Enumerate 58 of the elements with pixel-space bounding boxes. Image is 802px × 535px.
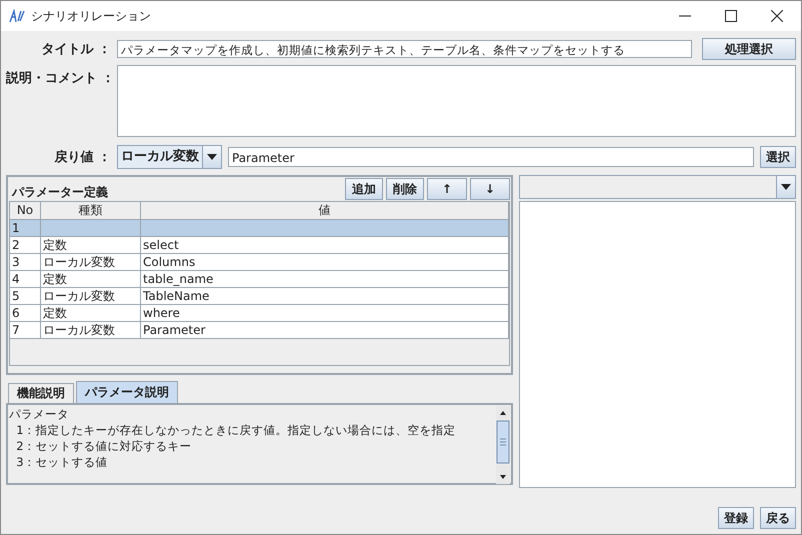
table-cell: TableName bbox=[141, 288, 509, 304]
table-cell: 定数 bbox=[41, 271, 141, 287]
select-process-button[interactable]: 処理選択 bbox=[702, 38, 796, 60]
table-row[interactable]: 7 ローカル変数 Parameter bbox=[10, 322, 509, 339]
table-cell: 6 bbox=[10, 305, 41, 321]
table-cell: 7 bbox=[10, 322, 41, 338]
window-title: シナリオリレーション bbox=[31, 8, 151, 24]
column-header[interactable]: 種類 bbox=[41, 202, 141, 219]
table-cell: Columns bbox=[141, 254, 509, 270]
toolbar-button[interactable]: 追加 bbox=[345, 178, 383, 200]
table-cell: 4 bbox=[10, 271, 41, 287]
table-cell: 3 bbox=[10, 254, 41, 270]
close-icon[interactable] bbox=[771, 10, 783, 22]
toolbar-button[interactable]: ↓ bbox=[470, 178, 510, 200]
column-header[interactable]: No bbox=[10, 202, 41, 219]
table-cell: ローカル変数 bbox=[41, 322, 141, 338]
help-text: 3：セットする値 bbox=[15, 454, 109, 470]
help-text: パラメータ bbox=[9, 406, 70, 422]
tab[interactable]: パラメータ説明 bbox=[76, 381, 178, 403]
table-row[interactable]: 1 bbox=[10, 220, 509, 237]
footer-button[interactable]: 登録 bbox=[718, 507, 754, 529]
table-cell: 5 bbox=[10, 288, 41, 304]
app-logo-icon bbox=[9, 9, 25, 23]
table-cell: table_name bbox=[141, 271, 509, 287]
scrollbar-drawing[interactable] bbox=[496, 406, 510, 484]
table-cell: select bbox=[141, 237, 509, 253]
title-field[interactable]: パラメータマップを作成し、初期値に検索列テキスト、テーブル名、条件マップをセットする bbox=[117, 40, 692, 58]
table-cell: where bbox=[141, 305, 509, 321]
return-label: 戻り値 ： bbox=[53, 148, 111, 166]
title-label: タイトル ： bbox=[40, 41, 111, 58]
select-button[interactable]: 選択 bbox=[760, 146, 796, 168]
table-row[interactable]: 6 定数 where bbox=[10, 305, 509, 322]
return-type-dropdown[interactable]: ローカル変数 bbox=[117, 145, 222, 169]
tab[interactable]: 機能説明 bbox=[8, 383, 74, 403]
column-header[interactable]: 値 bbox=[141, 202, 509, 219]
table-cell: 1 bbox=[10, 220, 41, 236]
table-cell: ローカル変数 bbox=[41, 254, 141, 270]
help-text: 2：セットする値に対応するキー bbox=[15, 438, 193, 454]
maximize-icon[interactable] bbox=[725, 10, 737, 22]
table-row[interactable]: 5 ローカル変数 TableName bbox=[10, 288, 509, 305]
table-cell: ローカル変数 bbox=[41, 288, 141, 304]
table-cell: 定数 bbox=[41, 305, 141, 321]
table-cell: 定数 bbox=[41, 237, 141, 253]
dropdown-arrow-icon bbox=[781, 184, 791, 190]
return-value-field[interactable]: Parameter bbox=[228, 147, 754, 167]
toolbar-button[interactable]: ↑ bbox=[427, 178, 467, 200]
table-cell: 2 bbox=[10, 237, 41, 253]
table-cell: Parameter bbox=[141, 322, 509, 338]
table-row[interactable]: 4 定数 table_name bbox=[10, 271, 509, 288]
table-row[interactable]: 3 ローカル変数 Columns bbox=[10, 254, 509, 271]
footer-button[interactable]: 戻る bbox=[760, 507, 796, 529]
comment-label: 説明・コメント ： bbox=[6, 70, 111, 87]
table-row[interactable]: 2 定数 select bbox=[10, 237, 509, 254]
toolbar-button[interactable]: 削除 bbox=[386, 178, 424, 200]
comment-field[interactable] bbox=[117, 65, 796, 137]
help-text: 1：指定したキーが存在しなかったときに戻す値。指定しない場合には、空を指定 bbox=[15, 422, 457, 438]
panel-title: パラメーター定義 bbox=[10, 184, 109, 200]
dropdown-arrow-icon bbox=[207, 154, 217, 160]
